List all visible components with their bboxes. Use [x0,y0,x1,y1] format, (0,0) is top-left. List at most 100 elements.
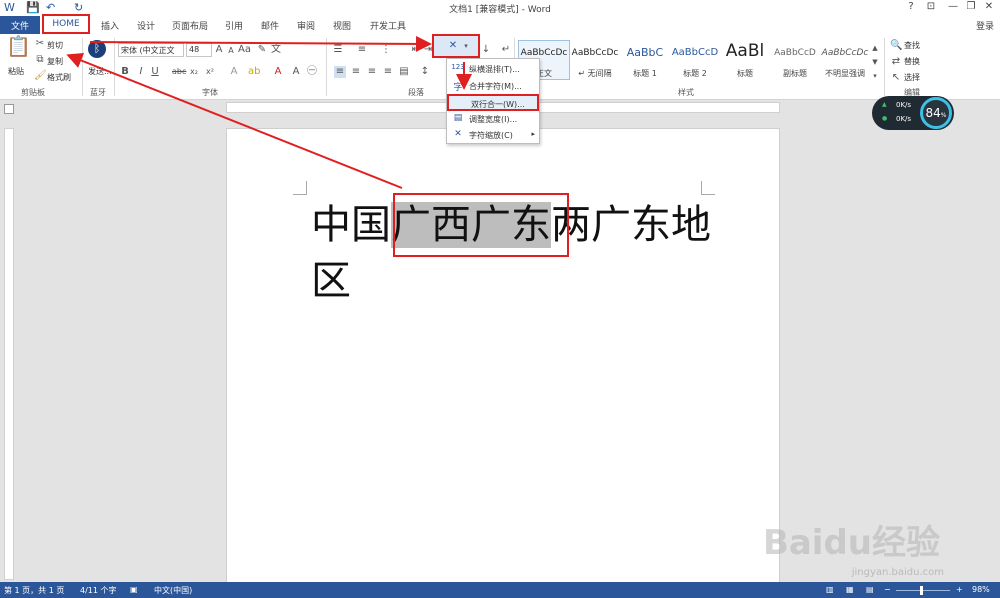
copy-button[interactable]: 复制 [47,56,63,67]
close-button[interactable]: ✕ [980,1,998,15]
find-button[interactable]: 查找 [904,40,920,51]
bluetooth-icon[interactable]: ᛒ [88,40,106,58]
word-count[interactable]: 4/11 个字 [80,585,117,596]
replace-button[interactable]: 替换 [904,56,920,67]
network-speed-widget[interactable]: ▲ 0K/s ● 0K/s 84% [872,96,954,130]
line-spacing-icon[interactable]: ↕ [418,66,432,78]
proofing-icon[interactable]: ▣ [130,585,138,594]
zoom-in-icon[interactable]: + [956,585,963,594]
style-preview-subtitle[interactable]: AaBbCcD [770,48,820,58]
font-color-icon[interactable]: A [272,66,284,78]
styles-more-icon[interactable]: ▾ [870,70,880,82]
style-preview-subtle-emphasis[interactable]: AaBbCcDc [820,48,870,58]
menu-item-fit-text[interactable]: ▤ 调整宽度(I)... [447,111,539,128]
zoom-level[interactable]: 98% [972,585,990,594]
highlight-icon[interactable]: ab [248,66,260,78]
status-bar: 第 1 页，共 1 页 4/11 个字 ▣ 中文(中国) ▥ ▦ ▤ − + 9… [0,582,1000,598]
zoom-out-icon[interactable]: − [884,585,891,594]
vertical-ruler[interactable] [4,128,14,580]
print-layout-icon[interactable]: ▦ [846,585,854,594]
italic-icon[interactable]: I [136,66,146,78]
style-name-subtle-emphasis: 不明显强调 [825,69,865,78]
sort-icon[interactable]: ↓ [480,44,492,56]
ribbon-display-button[interactable]: ⊡ [922,1,940,15]
title-bar: W 💾 ↶ ↻ 文档1 [兼容模式] - Word ? ⊡ — ❐ ✕ [0,0,1000,16]
subscript-icon[interactable]: x₂ [188,66,200,78]
ruler-tab-selector[interactable] [4,104,14,114]
memory-usage-gauge: 84% [920,97,952,129]
bold-icon[interactable]: B [120,66,130,78]
language-indicator[interactable]: 中文(中国) [154,585,192,596]
bluetooth-send-button[interactable]: 发送... [88,66,112,77]
tab-mailings[interactable]: 邮件 [258,19,282,32]
change-case-icon[interactable]: Aa [238,44,251,56]
paste-icon[interactable]: 📋 [6,36,31,56]
document-page[interactable]: 中国广西广东两广东地区 [226,128,780,588]
decrease-indent-icon[interactable]: ⇤ [410,44,422,56]
watermark-url: jingyan.baidu.com [851,567,944,578]
asian-layout-menu: 123 纵横混排(T)... 字 合并字符(M)... 双行合一(W)... ▤… [446,58,540,144]
styles-scroll-up-icon[interactable]: ▲ [870,42,880,54]
bullets-icon[interactable]: ☰ [332,44,344,56]
tab-home[interactable]: HOME [42,14,90,34]
superscript-icon[interactable]: x² [204,66,216,78]
page-count[interactable]: 第 1 页，共 1 页 [4,585,64,596]
chevron-down-icon: ▾ [464,42,468,50]
zoom-slider-track[interactable] [896,590,950,591]
tab-references[interactable]: 引用 [222,19,246,32]
group-label-bluetooth: 蓝牙 [90,88,106,97]
shrink-font-icon[interactable]: A [226,45,236,57]
distribute-icon[interactable]: ▤ [398,66,410,78]
underline-icon[interactable]: U [150,66,160,78]
copy-icon: ⧉ [36,54,44,65]
style-preview-no-spacing[interactable]: AaBbCcDc [570,48,620,58]
multilevel-list-icon[interactable]: ⋮ [380,44,392,56]
align-center-icon[interactable]: ≡ [350,66,362,78]
selection-annotation-box [393,193,569,257]
margin-corner [293,181,307,195]
phonetic-guide-icon[interactable]: 文 [270,44,282,56]
font-size-combo[interactable]: 48 [186,43,212,57]
text-effects-icon[interactable]: A [228,66,240,78]
styles-scroll-down-icon[interactable]: ▼ [870,56,880,68]
menu-item-combine-horizontal[interactable]: 123 纵横混排(T)... [447,61,539,78]
strikethrough-icon[interactable]: abc [172,66,186,78]
style-name-heading1: 标题 1 [633,69,657,78]
menu-item-combine-characters[interactable]: 字 合并字符(M)... [447,78,539,95]
enclose-char-icon[interactable]: ㊀ [306,66,318,78]
zoom-slider-handle[interactable] [920,586,923,595]
style-preview-heading2[interactable]: AaBbCcD [670,47,720,58]
login-link[interactable]: 登录 [976,19,994,32]
tab-layout[interactable]: 页面布局 [170,19,210,32]
char-shading-icon[interactable]: A [290,66,302,78]
tab-developer[interactable]: 开发工具 [366,19,410,32]
grow-font-icon[interactable]: A [214,44,224,56]
tab-file[interactable]: 文件 [0,16,40,34]
select-button[interactable]: 选择 [904,72,920,83]
web-layout-icon[interactable]: ▤ [866,585,874,594]
tab-design[interactable]: 设计 [134,19,158,32]
tab-review[interactable]: 审阅 [294,19,318,32]
tab-insert[interactable]: 插入 [98,19,122,32]
read-mode-icon[interactable]: ▥ [826,585,834,594]
style-preview-title[interactable]: AaBl [720,41,770,61]
menu-item-label: 纵横混排(T)... [469,65,520,74]
font-name-combo[interactable]: 宋体 (中文正文 [118,43,184,57]
align-right-icon[interactable]: ≡ [366,66,378,78]
tab-view[interactable]: 视图 [330,19,354,32]
format-painter-button[interactable]: 格式刷 [47,72,71,83]
numbering-icon[interactable]: ≡ [356,44,368,56]
clear-format-icon[interactable]: ✎ [256,44,268,56]
asian-layout-button[interactable]: ✕ ▾ [432,34,480,58]
align-left-icon[interactable]: ≡ [334,66,346,78]
cut-button[interactable]: 剪切 [47,40,63,51]
show-marks-icon[interactable]: ↵ [500,44,512,56]
justify-icon[interactable]: ≡ [382,66,394,78]
help-button[interactable]: ? [902,1,920,15]
menu-item-character-scaling[interactable]: ✕ 字符缩放(C) ▸ [447,127,539,144]
menu-item-two-lines-in-one[interactable]: 双行合一(W)... [447,94,539,111]
maximize-button[interactable]: ❐ [962,1,980,15]
minimize-button[interactable]: — [944,1,962,15]
style-preview-heading1[interactable]: AaBbC [620,46,670,59]
paste-button[interactable]: 粘贴 [8,66,24,77]
